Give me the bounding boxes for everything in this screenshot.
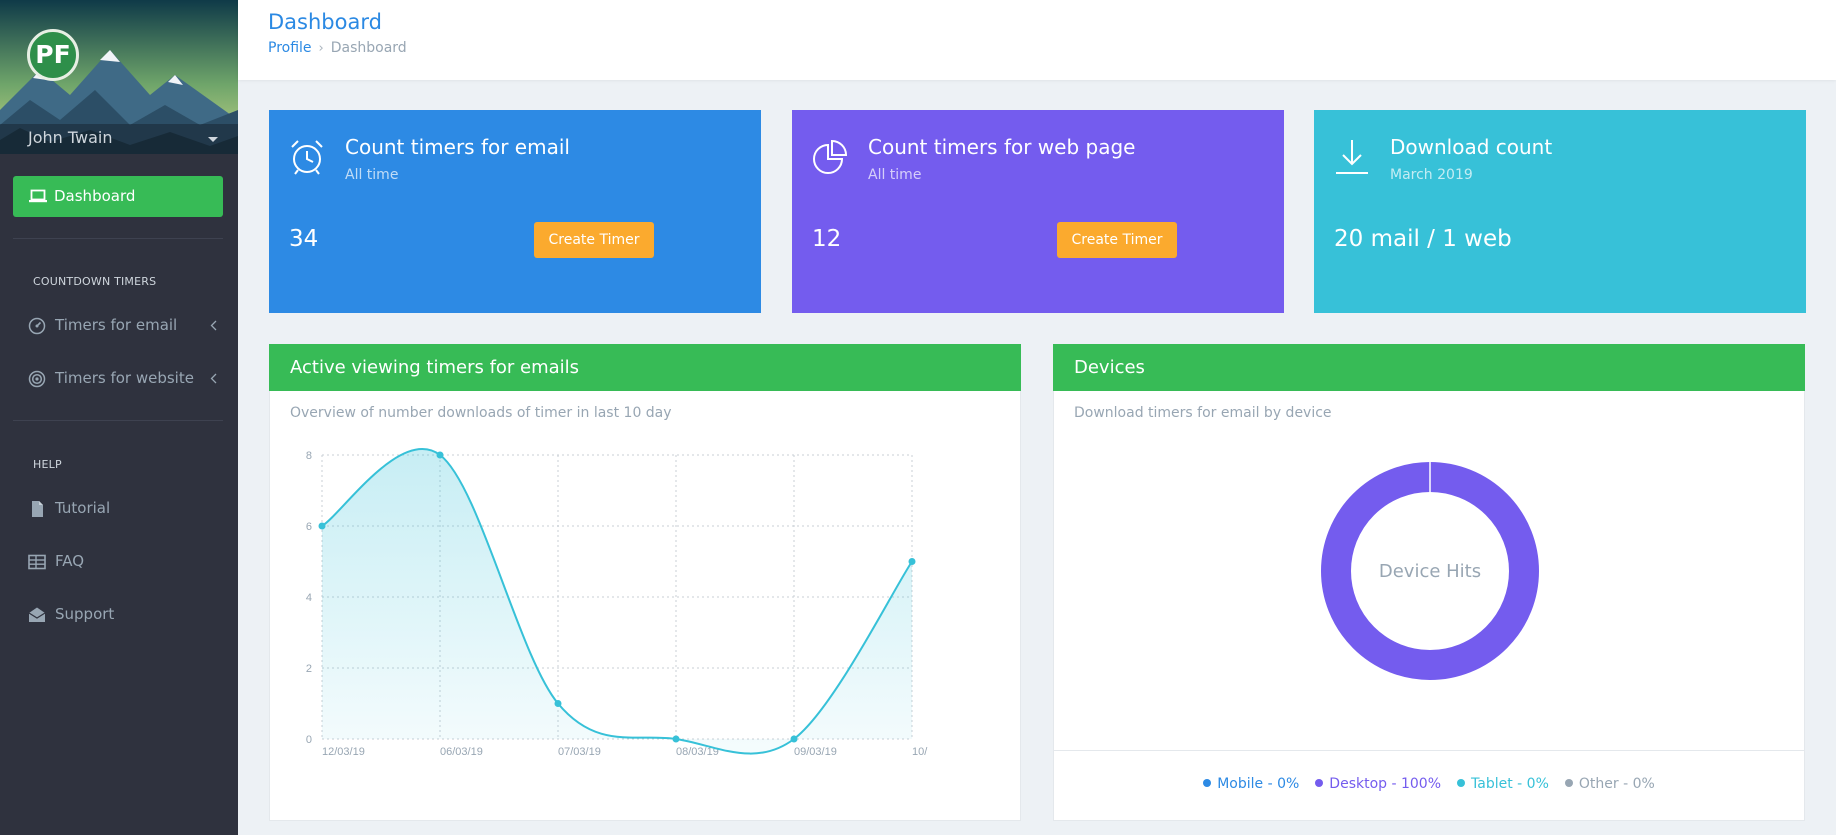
legend-label: Desktop - 100% — [1329, 776, 1442, 792]
sidebar-item-label: FAQ — [55, 552, 85, 570]
table-icon — [28, 554, 46, 570]
breadcrumb-profile-link[interactable]: Profile — [268, 40, 312, 56]
data-point[interactable] — [554, 700, 562, 707]
legend-item[interactable]: Other - 0% — [1564, 776, 1655, 792]
legend-item[interactable]: Mobile - 0% — [1203, 776, 1299, 792]
area-chart: 0246812/03/19 06/03/19 07/03/19 08/03/19 09/… — [306, 448, 928, 758]
sidebar-profile-header: PF John Twain — [0, 0, 238, 154]
chevron-left-icon — [210, 320, 217, 331]
sidebar-section-countdown-timers: COUNTDOWN TIMERS — [33, 275, 157, 288]
page-title: Dashboard — [268, 10, 382, 34]
card-value: 20 mail / 1 web — [1334, 226, 1512, 252]
y-tick-label: 6 — [306, 521, 312, 533]
stat-card-email-timers: Count timers for email All time 34 Creat… — [269, 110, 761, 313]
x-tick-label: 09/03/19 — [794, 746, 837, 758]
breadcrumb: Profile › Dashboard — [268, 40, 407, 56]
panel-title: Devices — [1053, 344, 1805, 391]
sidebar-divider — [13, 420, 223, 421]
card-title: Download count — [1390, 135, 1553, 159]
document-icon — [32, 501, 43, 517]
x-tick-label: 06/03/19 — [440, 746, 483, 758]
caret-down-icon — [208, 137, 218, 142]
legend-dot-icon — [1564, 779, 1573, 787]
sidebar-section-help: HELP — [33, 458, 62, 471]
data-point[interactable] — [790, 735, 798, 743]
download-icon — [1336, 140, 1368, 174]
data-point[interactable] — [318, 522, 326, 530]
donut-center-label: Device Hits — [1379, 561, 1481, 582]
x-tick-label: 07/03/19 — [558, 746, 601, 758]
user-name: John Twain — [28, 128, 113, 147]
alarm-clock-icon — [291, 140, 323, 175]
laptop-icon — [29, 189, 47, 203]
brand-logo[interactable]: PF — [27, 29, 79, 81]
donut-chart: Device Hits — [1321, 462, 1539, 680]
y-tick-label: 4 — [306, 592, 312, 604]
card-subtitle: All time — [345, 167, 399, 183]
sidebar-item-label: Timers for email — [55, 316, 178, 334]
sidebar-item-label: Tutorial — [55, 499, 111, 517]
sidebar-item-support[interactable]: Support — [28, 602, 218, 626]
panel-subtitle: Download timers for email by device — [1074, 405, 1332, 421]
create-timer-button[interactable]: Create Timer — [1057, 222, 1177, 258]
sidebar-item-label: Support — [55, 605, 115, 623]
target-icon — [28, 370, 46, 388]
legend-item[interactable]: Desktop - 100% — [1315, 776, 1441, 792]
card-value: 34 — [289, 226, 319, 252]
data-point[interactable] — [672, 735, 680, 743]
page-header: Dashboard Profile › Dashboard — [238, 0, 1836, 80]
sidebar-item-timers-website[interactable]: Timers for website — [28, 366, 218, 390]
panel-subtitle: Overview of number downloads of timer in… — [290, 405, 672, 421]
envelope-open-icon — [28, 607, 46, 622]
data-point[interactable] — [436, 451, 444, 459]
legend-label: Tablet - 0% — [1471, 776, 1549, 792]
legend-label: Mobile - 0% — [1217, 776, 1300, 792]
panel-title: Active viewing timers for emails — [269, 344, 1021, 391]
sidebar-item-dashboard[interactable]: Dashboard — [13, 176, 223, 217]
chevron-right-icon: › — [318, 41, 324, 56]
active-viewing-panel: Active viewing timers for emails Overvie… — [269, 344, 1021, 821]
card-subtitle: All time — [868, 167, 922, 183]
card-title: Count timers for web page — [868, 135, 1136, 159]
x-tick-label: 12/03/19 — [322, 746, 365, 758]
sidebar: PF John Twain Dashboard COUNTDOWN TIMERS… — [0, 0, 238, 835]
chevron-left-icon — [210, 373, 217, 384]
card-subtitle: March 2019 — [1390, 167, 1473, 183]
sidebar-item-label: Timers for website — [55, 369, 194, 387]
chart-legend: Mobile - 0% Desktop - 100% Tablet - 0% Othe… — [1054, 750, 1804, 820]
sidebar-item-faq[interactable]: FAQ — [28, 549, 218, 573]
breadcrumb-current: Dashboard — [330, 40, 407, 56]
x-tick-label: 10/ — [912, 746, 928, 758]
stat-card-webpage-timers: Count timers for web page All time 12 Cr… — [792, 110, 1284, 313]
legend-dot-icon — [1203, 779, 1212, 787]
legend-label: Other - 0% — [1578, 776, 1655, 792]
legend-dot-icon — [1315, 779, 1324, 787]
create-timer-button[interactable]: Create Timer — [534, 222, 654, 258]
sidebar-divider — [13, 238, 223, 239]
sidebar-item-timers-email[interactable]: Timers for email — [28, 313, 218, 337]
card-value: 12 — [812, 226, 842, 252]
sidebar-item-tutorial[interactable]: Tutorial — [28, 496, 218, 520]
y-tick-label: 0 — [306, 734, 312, 746]
sidebar-item-label: Dashboard — [54, 187, 136, 205]
legend-item[interactable]: Tablet - 0% — [1457, 776, 1549, 792]
legend-dot-icon — [1457, 779, 1466, 787]
stat-card-download-count: Download count March 2019 20 mail / 1 we… — [1314, 110, 1806, 313]
devices-panel: Devices Download timers for email by dev… — [1053, 344, 1805, 821]
y-tick-label: 8 — [306, 450, 312, 462]
user-menu[interactable]: John Twain — [0, 124, 238, 154]
y-tick-label: 2 — [306, 663, 312, 675]
pie-chart-icon — [813, 139, 848, 174]
gauge-icon — [28, 317, 46, 335]
card-title: Count timers for email — [345, 135, 570, 159]
data-point[interactable] — [908, 558, 916, 565]
